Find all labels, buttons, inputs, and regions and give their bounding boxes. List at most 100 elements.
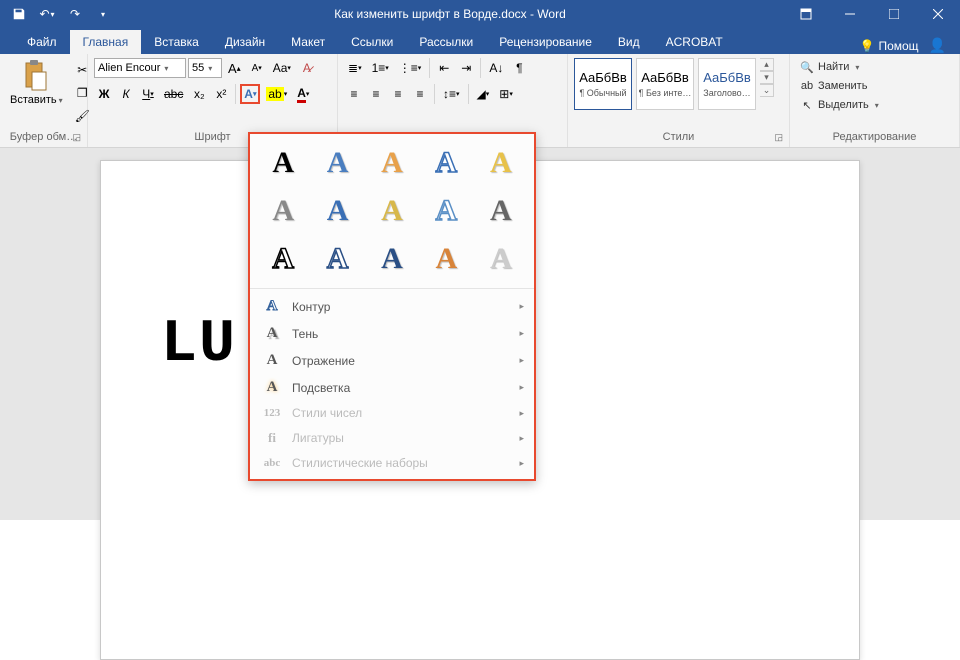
- text-effect-preset[interactable]: A: [367, 144, 417, 182]
- text-effect-preset[interactable]: A: [476, 240, 526, 278]
- undo-icon[interactable]: ↶▾: [34, 2, 60, 26]
- text-effect-preset[interactable]: A: [258, 144, 308, 182]
- chevron-right-icon: ▸: [519, 328, 524, 339]
- replace-button[interactable]: abЗаменить: [796, 77, 871, 95]
- maximize-icon[interactable]: [872, 0, 916, 28]
- search-icon: 🔍: [800, 60, 814, 74]
- replace-icon: ab: [800, 79, 814, 93]
- share-icon[interactable]: 👤: [929, 37, 946, 54]
- find-button[interactable]: 🔍Найти▾: [796, 58, 863, 76]
- chevron-down-icon[interactable]: ▾: [760, 71, 774, 84]
- redo-icon[interactable]: ↷: [62, 2, 88, 26]
- borders-icon[interactable]: ⊞▾: [495, 84, 517, 104]
- font-size-combo[interactable]: 55▾: [188, 58, 222, 78]
- change-case-icon[interactable]: Aa▾: [269, 58, 295, 78]
- dialog-launcher-icon[interactable]: ◲: [72, 132, 81, 143]
- tab-layout[interactable]: Макет: [278, 30, 338, 54]
- text-effect-preset[interactable]: A: [421, 144, 471, 182]
- font-family-combo[interactable]: Alien Encour▾: [94, 58, 186, 78]
- tab-review[interactable]: Рецензирование: [486, 30, 605, 54]
- shrink-font-icon[interactable]: A▾: [247, 58, 267, 78]
- text-effect-preset[interactable]: A: [312, 192, 362, 230]
- superscript-button[interactable]: x²: [211, 84, 231, 104]
- numbering-icon[interactable]: 1≡▾: [368, 58, 393, 78]
- ribbon-tabs: Файл Главная Вставка Дизайн Макет Ссылки…: [0, 28, 960, 54]
- dialog-launcher-icon[interactable]: ◲: [774, 132, 783, 143]
- titlebar: ↶▾ ↷ ▾ Как изменить шрифт в Ворде.docx -…: [0, 0, 960, 28]
- tab-design[interactable]: Дизайн: [212, 30, 278, 54]
- chevron-right-icon: ▸: [519, 408, 524, 419]
- text-effect-preset[interactable]: A: [258, 192, 308, 230]
- chevron-up-icon[interactable]: ▴: [760, 58, 774, 71]
- text-effects-button[interactable]: A▾: [240, 84, 260, 104]
- highlight-button[interactable]: ab▾: [262, 84, 291, 104]
- multilevel-icon[interactable]: ⋮≡▾: [395, 58, 426, 78]
- fx-glow[interactable]: AПодсветка▸: [250, 374, 534, 401]
- align-center-icon[interactable]: ≡: [366, 84, 386, 104]
- show-marks-icon[interactable]: ¶: [509, 58, 529, 78]
- align-right-icon[interactable]: ≡: [388, 84, 408, 104]
- text-effect-preset[interactable]: A: [312, 144, 362, 182]
- sort-icon[interactable]: A↓: [485, 58, 507, 78]
- tab-references[interactable]: Ссылки: [338, 30, 406, 54]
- tab-acrobat[interactable]: ACROBAT: [653, 30, 736, 54]
- text-effect-preset[interactable]: A: [258, 240, 308, 278]
- chevron-right-icon: ▸: [519, 355, 524, 366]
- qat-customize-icon[interactable]: ▾: [90, 2, 116, 26]
- text-effect-preset[interactable]: A: [476, 192, 526, 230]
- font-color-button[interactable]: A▾: [293, 84, 313, 104]
- quick-access-toolbar: ↶▾ ↷ ▾: [0, 2, 116, 26]
- tab-insert[interactable]: Вставка: [141, 30, 212, 54]
- line-spacing-icon[interactable]: ↕≡▾: [439, 84, 464, 104]
- close-icon[interactable]: [916, 0, 960, 28]
- chevron-right-icon: ▸: [519, 433, 524, 444]
- group-styles: АаБбВв ¶ Обычный АаБбВв ¶ Без инте… АаБб…: [568, 54, 790, 147]
- underline-button[interactable]: Ч▾: [138, 84, 158, 104]
- window-controls: [784, 0, 960, 28]
- styles-expand-icon[interactable]: ⌄: [760, 84, 774, 97]
- text-effect-preset[interactable]: A: [312, 240, 362, 278]
- italic-button[interactable]: К: [116, 84, 136, 104]
- paste-button[interactable]: Вставить▾: [6, 58, 67, 108]
- text-effect-preset[interactable]: A: [367, 192, 417, 230]
- tab-file[interactable]: Файл: [14, 30, 70, 54]
- tell-me[interactable]: 💡Помощ: [860, 39, 919, 53]
- document-text: LU: [161, 311, 237, 379]
- strikethrough-button[interactable]: abc: [160, 84, 187, 104]
- bullets-icon[interactable]: ≣▾: [344, 58, 366, 78]
- align-left-icon[interactable]: ≡: [344, 84, 364, 104]
- save-icon[interactable]: [6, 2, 32, 26]
- group-clipboard: Вставить▾ ✂ ❐ 🖌 Буфер обм…◲: [0, 54, 88, 147]
- shading-icon[interactable]: ◢▾: [473, 84, 494, 104]
- fx-outline[interactable]: AКонтур▸: [250, 293, 534, 320]
- tab-view[interactable]: Вид: [605, 30, 653, 54]
- ribbon-options-icon[interactable]: [784, 0, 828, 28]
- tab-home[interactable]: Главная: [70, 30, 142, 54]
- select-button[interactable]: ↖Выделить▾: [796, 96, 883, 114]
- fx-stylistic: abcСтилистические наборы▸: [250, 451, 534, 475]
- style-normal[interactable]: АаБбВв ¶ Обычный: [574, 58, 632, 110]
- chevron-right-icon: ▸: [519, 458, 524, 469]
- glow-icon: A: [262, 379, 282, 396]
- subscript-button[interactable]: x₂: [189, 84, 209, 104]
- grow-font-icon[interactable]: A▴: [224, 58, 245, 78]
- style-nospacing[interactable]: АаБбВв ¶ Без инте…: [636, 58, 694, 110]
- text-effect-preset[interactable]: A: [421, 192, 471, 230]
- text-effect-preset[interactable]: A: [421, 240, 471, 278]
- numstyles-icon: 123: [262, 407, 282, 419]
- cursor-icon: ↖: [800, 98, 814, 112]
- reflection-icon: A: [262, 352, 282, 369]
- justify-icon[interactable]: ≡: [410, 84, 430, 104]
- increase-indent-icon[interactable]: ⇥: [456, 58, 476, 78]
- fx-reflection[interactable]: AОтражение▸: [250, 347, 534, 374]
- decrease-indent-icon[interactable]: ⇤: [434, 58, 454, 78]
- tab-mailings[interactable]: Рассылки: [406, 30, 486, 54]
- text-effect-preset[interactable]: A: [367, 240, 417, 278]
- outline-icon: A: [262, 298, 282, 315]
- style-heading1[interactable]: АаБбВв Заголово…: [698, 58, 756, 110]
- clear-formatting-icon[interactable]: A̷: [297, 58, 317, 78]
- fx-shadow[interactable]: AТень▸: [250, 320, 534, 347]
- text-effect-preset[interactable]: A: [476, 144, 526, 182]
- bold-button[interactable]: Ж: [94, 84, 114, 104]
- minimize-icon[interactable]: [828, 0, 872, 28]
